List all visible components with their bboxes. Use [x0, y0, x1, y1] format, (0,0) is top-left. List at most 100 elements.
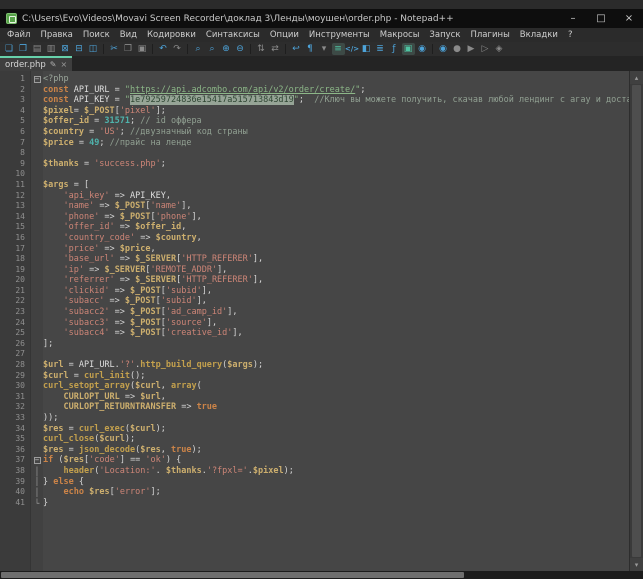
code-line[interactable]: header('Location:'. $thanks.'?fpxl='.$pi…: [43, 466, 629, 477]
code-line[interactable]: if ($res['code'] == 'ok') {: [43, 455, 629, 466]
line-number[interactable]: 13: [0, 201, 30, 212]
paste-icon[interactable]: ▣: [136, 43, 149, 55]
line-number[interactable]: 4: [0, 106, 30, 117]
line-number[interactable]: 18: [0, 254, 30, 265]
find-icon[interactable]: ⌕: [192, 43, 205, 55]
scroll-down-arrow-icon[interactable]: ▾: [630, 558, 643, 571]
code-line[interactable]: $res = json_decode($res, true);: [43, 445, 629, 456]
horizontal-scrollbar[interactable]: [0, 571, 643, 579]
fold-collapse-icon[interactable]: −: [31, 455, 43, 466]
code-line[interactable]: 'base_url' => $_SERVER['HTTP_REFERER'],: [43, 254, 629, 265]
menu-item-инструменты[interactable]: Инструменты: [304, 29, 375, 41]
line-number[interactable]: 7: [0, 138, 30, 149]
code-line[interactable]: 'phone' => $_POST['phone'],: [43, 212, 629, 223]
menu-item-опции[interactable]: Опции: [265, 29, 304, 41]
code-line[interactable]: $offer_id = 31571; // id оффера: [43, 116, 629, 127]
code-line[interactable]: 'api_key' => API_KEY,: [43, 191, 629, 202]
line-number[interactable]: 38: [0, 466, 30, 477]
code-line[interactable]: 'referrer' => $_SERVER['HTTP_REFERER'],: [43, 275, 629, 286]
line-number[interactable]: 23: [0, 307, 30, 318]
code-line[interactable]: $args = [: [43, 180, 629, 191]
code-line[interactable]: CURLOPT_RETURNTRANSFER => true: [43, 402, 629, 413]
code-line[interactable]: $url = API_URL.'?'.http_build_query($arg…: [43, 360, 629, 371]
code-line[interactable]: $country = 'US'; //двузначный код страны: [43, 127, 629, 138]
code-line[interactable]: 'subacc2' => $_POST['ad_camp_id'],: [43, 307, 629, 318]
line-number[interactable]: 32: [0, 402, 30, 413]
line-number[interactable]: 19: [0, 265, 30, 276]
code-line[interactable]: [43, 169, 629, 180]
sync-horizontal-scroll-icon[interactable]: ⇄: [269, 43, 282, 55]
menu-item-вид[interactable]: Вид: [115, 29, 142, 41]
code-line[interactable]: } else {: [43, 477, 629, 488]
close-icon[interactable]: ⊠: [59, 43, 72, 55]
redo-icon[interactable]: ↷: [171, 43, 184, 55]
zoom-in-icon[interactable]: ⊕: [220, 43, 233, 55]
line-number[interactable]: 20: [0, 275, 30, 286]
menu-item-вкладки[interactable]: Вкладки: [515, 29, 563, 41]
code-line[interactable]: <?php: [43, 74, 629, 85]
macro-save-icon[interactable]: ◈: [493, 43, 506, 55]
folder-panel-icon[interactable]: ▣: [402, 43, 415, 55]
print-icon[interactable]: ◫: [87, 43, 100, 55]
code-line[interactable]: 'subacc4' => $_POST['creative_id'],: [43, 328, 629, 339]
code-line[interactable]: 'subacc' => $_POST['subid'],: [43, 296, 629, 307]
menu-item-запуск[interactable]: Запуск: [424, 29, 465, 41]
code-line[interactable]: $price = 49; //прайс на ленде: [43, 138, 629, 149]
line-number[interactable]: 21: [0, 286, 30, 297]
macro-stop-icon[interactable]: ●: [451, 43, 464, 55]
code-line[interactable]: 'clickid' => $_POST['subid'],: [43, 286, 629, 297]
macro-record-icon[interactable]: ◉: [437, 43, 450, 55]
tab-close-icon[interactable]: ×: [60, 60, 67, 69]
show-all-characters-icon[interactable]: ¶: [304, 43, 317, 55]
line-number[interactable]: 40: [0, 487, 30, 498]
sync-vertical-scroll-icon[interactable]: ⇅: [255, 43, 268, 55]
line-number[interactable]: 28: [0, 360, 30, 371]
line-number[interactable]: 1: [0, 74, 30, 85]
dropdown-arrow-icon[interactable]: ▾: [318, 43, 331, 55]
document-map-icon[interactable]: ◧: [360, 43, 373, 55]
line-number[interactable]: 16: [0, 233, 30, 244]
code-area[interactable]: <?phpconst API_URL = "https://api.adcomb…: [43, 71, 629, 571]
line-number[interactable]: 34: [0, 424, 30, 435]
line-number[interactable]: 5: [0, 116, 30, 127]
line-number[interactable]: 22: [0, 296, 30, 307]
save-icon[interactable]: ▤: [31, 43, 44, 55]
line-number[interactable]: 11: [0, 180, 30, 191]
function-list-icon[interactable]: ƒ: [388, 43, 401, 55]
code-line[interactable]: echo $res['error'];: [43, 487, 629, 498]
code-line[interactable]: CURLOPT_URL => $url,: [43, 392, 629, 403]
line-number[interactable]: 12: [0, 191, 30, 202]
line-number[interactable]: 26: [0, 339, 30, 350]
code-line[interactable]: curl_close($curl);: [43, 434, 629, 445]
open-file-icon[interactable]: ❐: [17, 43, 30, 55]
menu-item-файл[interactable]: Файл: [2, 29, 35, 41]
line-number[interactable]: 2: [0, 85, 30, 96]
line-number[interactable]: 25: [0, 328, 30, 339]
copy-icon[interactable]: ❐: [122, 43, 135, 55]
line-number[interactable]: 29: [0, 371, 30, 382]
word-wrap-icon[interactable]: ↩: [290, 43, 303, 55]
code-line[interactable]: 'offer_id' => $offer_id,: [43, 222, 629, 233]
undo-icon[interactable]: ↶: [157, 43, 170, 55]
line-number[interactable]: 8: [0, 148, 30, 159]
code-line[interactable]: ));: [43, 413, 629, 424]
code-line[interactable]: 'country_code' => $country,: [43, 233, 629, 244]
menu-item-синтаксисы[interactable]: Синтаксисы: [201, 29, 265, 41]
code-line[interactable]: [43, 148, 629, 159]
code-line[interactable]: 'subacc3' => $_POST['source'],: [43, 318, 629, 329]
scroll-up-arrow-icon[interactable]: ▴: [630, 71, 643, 84]
code-line[interactable]: const API_KEY = "1e79259724836e15417a515…: [43, 95, 629, 106]
menu-item-плагины[interactable]: Плагины: [465, 29, 514, 41]
code-editor[interactable]: 1234567891011121314151617181920212223242…: [0, 71, 643, 571]
line-number[interactable]: 37: [0, 455, 30, 466]
menu-item-кодировки[interactable]: Кодировки: [142, 29, 201, 41]
menu-item-поиск[interactable]: Поиск: [78, 29, 115, 41]
code-line[interactable]: 'price' => $price,: [43, 244, 629, 255]
document-list-icon[interactable]: ≣: [374, 43, 387, 55]
line-number[interactable]: 14: [0, 212, 30, 223]
line-number[interactable]: 17: [0, 244, 30, 255]
code-line[interactable]: $res = curl_exec($curl);: [43, 424, 629, 435]
code-line[interactable]: $thanks = 'success.php';: [43, 159, 629, 170]
code-line[interactable]: 'name' => $_POST['name'],: [43, 201, 629, 212]
vertical-scrollbar[interactable]: ▴ ▾: [629, 71, 643, 571]
